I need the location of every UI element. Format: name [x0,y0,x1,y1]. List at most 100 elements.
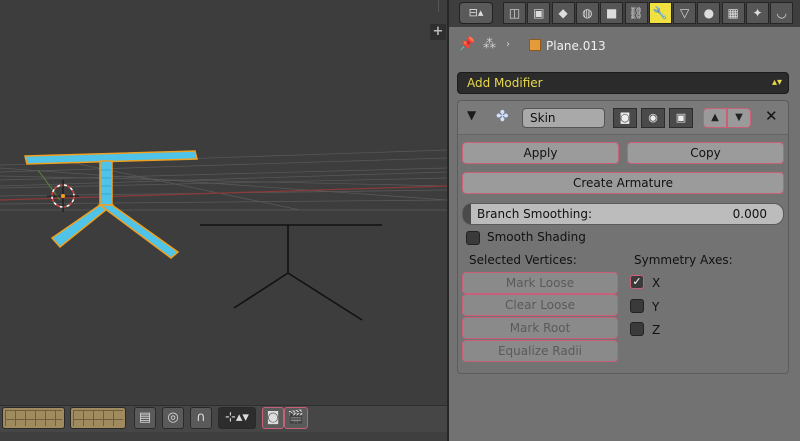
object-data-icon: ▤ [138,410,152,425]
symmetry-y-label: Y [652,300,660,314]
grid-layers-icon [5,410,62,426]
checkmark-icon: ✓ [632,275,642,288]
data-icon: ▽ [679,6,690,20]
scene-data-icon: ⁂ [483,37,496,52]
grid-layers-icon [73,410,123,426]
apply-button[interactable]: Apply [462,142,619,164]
symmetry-axes-heading: Symmetry Axes: [634,253,733,267]
viewport-toggle-button[interactable]: ◉ [641,108,665,128]
smooth-shading-label: Smooth Shading [487,230,586,244]
snap-magnet-icon: ∩ [196,410,206,425]
snap-target-icon: ⊹▴▾ [225,410,249,425]
breadcrumb-separator: › [506,39,510,50]
tab-data[interactable]: ▽ [673,2,697,24]
dropdown-arrows-icon: ▴▾ [771,77,782,88]
tab-constraints[interactable]: ⛓ [624,2,648,24]
remove-modifier-icon[interactable]: ✕ [765,107,778,125]
render-camera-icon: ◙ [266,410,280,425]
copy-button[interactable]: Copy [627,142,784,164]
symmetry-z-label: Z [652,323,661,337]
move-up-button[interactable]: ▲ [703,108,727,128]
smooth-shading-checkbox[interactable] [466,231,480,245]
arrow-up-icon: ▲ [711,112,719,123]
tab-modifiers[interactable]: 🔧 [648,2,672,24]
tab-physics[interactable]: ◡ [770,2,794,24]
properties-editor: ⊟▴ ◫ ▣ ◆ ◍ ■ ⛓ 🔧 ▽ ● ▦ ✦ ◡ 📌 ⁂ › Plane.013 Add Modi… [447,0,800,441]
mark-loose-button[interactable]: Mark Loose [462,272,618,294]
render-toggle-button[interactable]: ◙ [613,108,637,128]
add-modifier-label: Add Modifier [467,76,543,90]
skin-mesh [24,150,198,259]
pin-icon[interactable]: 📌 [459,37,475,52]
area-split-handle[interactable] [438,0,447,12]
create-armature-button[interactable]: Create Armature [462,172,784,194]
3d-cursor-icon [47,180,79,212]
editmode-toggle-button[interactable]: ▣ [669,108,693,128]
texture-icon: ▦ [727,6,739,20]
layers-group-2-button[interactable] [70,407,126,429]
tab-texture[interactable]: ▦ [721,2,745,24]
constraints-icon: ⛓ [628,6,644,20]
collapse-triangle-icon[interactable]: ▼ [467,108,476,122]
viewport-footer [0,432,447,441]
opengl-render-button[interactable]: ◙ [262,407,284,429]
properties-tab-bar: ⊟▴ ◫ ▣ ◆ ◍ ■ ⛓ 🔧 ▽ ● ▦ ✦ ◡ [449,0,800,27]
skin-modifier-icon: ✤ [496,107,509,125]
skin-modifier-panel: ▼ ✤ Skin ◙ ◉ ▣ ▲ ▼ ✕ Apply Copy Create A… [457,100,789,374]
modifier-header: ▼ ✤ Skin ◙ ◉ ▣ ▲ ▼ ✕ [458,101,788,135]
material-icon: ● [703,6,715,20]
move-down-button[interactable]: ▼ [727,108,751,128]
equalize-radii-button[interactable]: Equalize Radii [462,340,618,362]
render-preview-button[interactable]: ◎ [162,407,184,429]
snap-target-select[interactable]: ⊹▴▾ [218,407,256,429]
eye-icon: ◉ [648,111,658,124]
render-preview-icon: ◎ [167,410,179,425]
slider-handle [463,204,471,224]
wire-skeleton [200,224,382,321]
3d-viewport[interactable]: + [0,0,447,405]
selected-vertices-heading: Selected Vertices: [469,253,577,267]
branch-smoothing-label: Branch Smoothing: [477,207,593,221]
branch-smoothing-value: 0.000 [732,207,767,221]
snap-toggle-button[interactable]: ∩ [190,407,212,429]
world-icon: ◍ [582,6,593,20]
object-name: Plane.013 [546,39,606,53]
tab-render[interactable]: ◫ [503,2,526,24]
object-icon: ■ [606,6,618,20]
physics-icon: ◡ [776,6,788,20]
modifier-name-field[interactable]: Skin [522,108,605,128]
arrow-down-icon: ▼ [735,112,743,123]
mark-root-button[interactable]: Mark Root [462,317,618,339]
symmetry-y-checkbox[interactable] [630,299,644,313]
x-axis-line [0,185,447,201]
symmetry-x-label: X [652,276,661,290]
camera-icon: ◙ [619,111,631,124]
clapper-icon: 🎬 [287,410,305,425]
symmetry-x-checkbox[interactable]: ✓ [630,275,644,289]
editor-type-selector[interactable]: ⊟▴ [459,2,493,24]
layers-group-1-button[interactable] [2,407,65,429]
tab-world[interactable]: ◍ [575,2,599,24]
add-modifier-dropdown[interactable]: Add Modifier ▴▾ [457,72,789,94]
viewport-add-icon[interactable]: + [430,24,446,40]
tab-object[interactable]: ■ [600,2,624,24]
viewport-canvas[interactable] [0,0,447,405]
render-layers-icon: ▣ [533,6,545,20]
tab-particles[interactable]: ✦ [746,2,769,24]
tab-render-layers[interactable]: ▣ [527,2,551,24]
breadcrumb: 📌 ⁂ › [449,34,800,58]
object-data-button[interactable]: ▤ [134,407,156,429]
symmetry-z-checkbox[interactable] [630,322,644,336]
object-cube-icon [529,39,541,51]
modifiers-icon: 🔧 [652,6,668,20]
render-icon: ◫ [508,6,521,20]
scene-icon: ◆ [558,6,568,20]
properties-editor-icon: ⊟▴ [468,6,484,19]
branch-smoothing-slider[interactable]: Branch Smoothing: 0.000 [462,203,784,225]
clear-loose-button[interactable]: Clear Loose [462,294,618,316]
editmode-icon: ▣ [675,111,687,124]
tab-material[interactable]: ● [697,2,721,24]
particles-icon: ✦ [752,6,763,20]
opengl-animation-button[interactable]: 🎬 [284,407,308,429]
tab-scene[interactable]: ◆ [551,2,575,24]
